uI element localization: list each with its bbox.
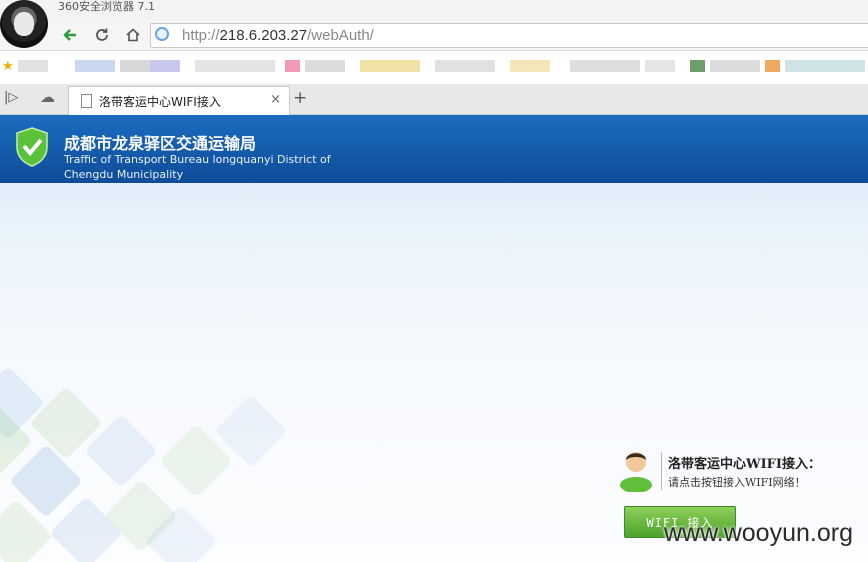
url-host: 218.6.203.27 [219, 27, 308, 44]
bookmark-item[interactable] [570, 60, 640, 72]
cloud-icon[interactable]: ☁ [40, 88, 55, 106]
sidebar-toggle-icon[interactable]: |▷ [4, 90, 18, 105]
url-text[interactable]: http://218.6.203.27/webAuth/ [182, 27, 374, 44]
bookmark-item[interactable] [150, 60, 180, 72]
tab-title: 洛带客运中心WIFI接入 [99, 95, 221, 109]
url-scheme: http:// [182, 27, 220, 44]
bookmark-item[interactable] [785, 60, 865, 72]
watermark-text: www.wooyun.org [664, 519, 853, 547]
bookmark-item[interactable] [195, 60, 275, 72]
refresh-icon [96, 28, 108, 41]
panel-description: 请点击按钮接入WIFI网络！ [668, 476, 806, 489]
bookmark-item[interactable] [18, 60, 48, 72]
web-page: 成都市龙泉驿区交通运输局 Traffic of Transport Bureau… [0, 115, 868, 562]
globe-icon [155, 27, 169, 41]
tab-active[interactable]: 洛带客运中心WIFI接入 × [68, 86, 290, 115]
bookmark-item[interactable] [435, 60, 495, 72]
reload-button[interactable] [90, 23, 114, 47]
title-bar: 360安全浏览器 7.1 [0, 0, 868, 20]
site-header: 成都市龙泉驿区交通运输局 Traffic of Transport Bureau… [0, 115, 868, 186]
organization-subtitle-line2: Chengdu Municipality [64, 168, 184, 181]
organization-title: 成都市龙泉驿区交通运输局 [64, 134, 257, 153]
organization-subtitle-line1: Traffic of Transport Bureau longquanyi D… [64, 153, 331, 166]
user-icon [620, 452, 652, 492]
bookmark-item[interactable] [360, 60, 420, 72]
bookmark-item[interactable] [285, 60, 300, 72]
panel-title: 洛带客运中心WIFI接入： [668, 457, 821, 472]
url-path: /webAuth/ [307, 27, 374, 44]
address-bar[interactable]: http://218.6.203.27/webAuth/ [150, 23, 868, 48]
home-icon [126, 28, 140, 42]
user-avatar[interactable] [0, 0, 48, 48]
bookmark-item[interactable] [690, 60, 705, 72]
bookmark-item[interactable] [645, 60, 675, 72]
panel-divider [661, 452, 662, 490]
home-button[interactable] [121, 23, 145, 47]
tab-bar: |▷ ☁ 洛带客运中心WIFI接入 × + [0, 84, 868, 115]
navigation-bar: http://218.6.203.27/webAuth/ [0, 20, 868, 51]
bookmark-item[interactable] [75, 60, 115, 72]
bookmark-item[interactable] [120, 60, 150, 72]
back-button[interactable] [58, 23, 82, 47]
bookmarks-bar: ★ [0, 58, 868, 76]
bookmark-item[interactable] [305, 60, 345, 72]
page-icon [81, 94, 92, 108]
shield-logo-icon [16, 127, 48, 167]
close-tab-icon[interactable]: × [270, 92, 281, 107]
bookmark-item[interactable] [510, 60, 550, 72]
favorites-star-icon[interactable]: ★ [2, 59, 14, 74]
arrow-left-icon [63, 29, 76, 41]
bookmark-item[interactable] [710, 60, 760, 72]
new-tab-button[interactable]: + [293, 88, 307, 108]
bookmark-item[interactable] [765, 60, 780, 72]
app-title: 360安全浏览器 7.1 [58, 0, 155, 13]
